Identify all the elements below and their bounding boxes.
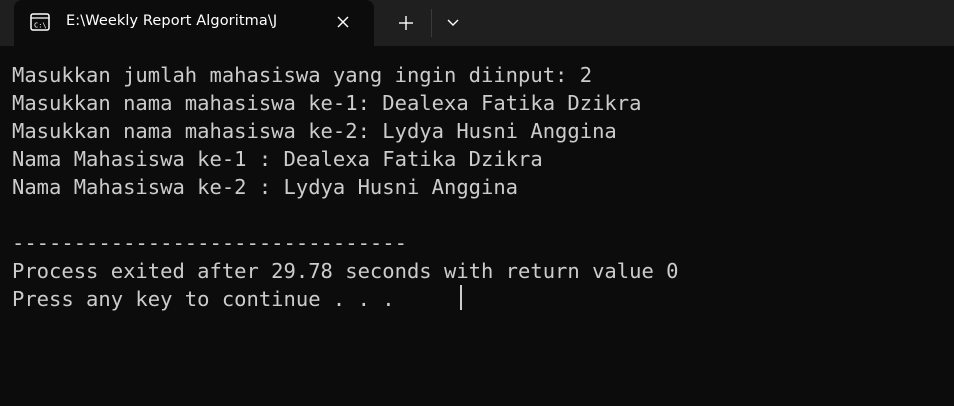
plus-icon[interactable]	[394, 11, 418, 35]
chevron-down-icon[interactable]	[441, 11, 465, 35]
console-line: Masukkan jumlah mahasiswa yang ingin dii…	[12, 63, 593, 87]
title-bar: C:\ E:\Weekly Report Algoritma\J	[0, 0, 954, 46]
console-separator: --------------------------------	[12, 231, 407, 255]
terminal-window: C:\ E:\Weekly Report Algoritma\J Masukka…	[0, 0, 954, 406]
console-prompt: Press any key to continue . . .	[12, 287, 407, 311]
console-line: Process exited after 29.78 seconds with …	[12, 259, 679, 283]
console-line: Masukkan nama mahasiswa ke-2: Lydya Husn…	[12, 119, 617, 143]
svg-text:C:\: C:\	[34, 22, 47, 30]
console-line: Nama Mahasiswa ke-2 : Lydya Husni Anggin…	[12, 175, 519, 199]
titlebar-divider	[431, 9, 432, 37]
close-icon[interactable]	[332, 11, 354, 33]
console-line: Nama Mahasiswa ke-1 : Dealexa Fatika Dzi…	[12, 147, 543, 171]
console-line: Masukkan nama mahasiswa ke-1: Dealexa Fa…	[12, 91, 642, 115]
console-icon: C:\	[30, 13, 50, 31]
terminal-tab[interactable]: C:\ E:\Weekly Report Algoritma\J	[14, 0, 374, 46]
tab-title: E:\Weekly Report Algoritma\J	[66, 13, 278, 29]
text-cursor	[460, 285, 462, 310]
console-output[interactable]: Masukkan jumlah mahasiswa yang ingin dii…	[0, 46, 954, 406]
